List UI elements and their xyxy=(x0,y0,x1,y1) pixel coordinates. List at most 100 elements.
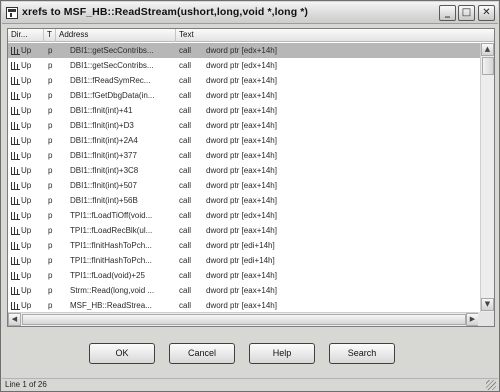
xrefs-list[interactable]: Dir... T Address Text Up p DBI1::getSecCon… xyxy=(7,28,495,327)
vertical-scroll-thumb[interactable] xyxy=(482,57,494,75)
xref-icon xyxy=(11,107,20,115)
xref-icon xyxy=(11,227,20,235)
column-direction[interactable]: Dir... xyxy=(8,29,44,42)
xref-icon xyxy=(11,197,20,205)
row-address: DBI1::fInit(int)+377 xyxy=(70,151,137,160)
xref-row[interactable]: Up p DBI1::fInit(int)+377 call dword ptr [ea… xyxy=(8,148,480,163)
minimize-button[interactable]: _ xyxy=(439,5,456,21)
row-address: DBI1::fInit(int)+2A4 xyxy=(70,136,138,145)
row-address: DBI1::getSecContribs... xyxy=(70,61,154,70)
row-type: p xyxy=(48,256,53,265)
row-address: DBI1::fInit(int)+3C8 xyxy=(70,166,139,175)
xref-icon xyxy=(11,77,20,85)
row-type: p xyxy=(48,211,53,220)
xref-row[interactable]: Up p DBI1::fInit(int)+56B call dword ptr [ea… xyxy=(8,193,480,208)
row-operand: dword ptr [eax+14h] xyxy=(206,76,277,85)
column-text[interactable]: Text xyxy=(176,29,494,42)
row-direction: Up xyxy=(21,46,32,55)
xref-icon xyxy=(11,88,21,103)
row-address: Strm::Read(long,void ... xyxy=(70,286,155,295)
scroll-left-arrow-icon[interactable]: ◀ xyxy=(8,313,21,326)
title-bar[interactable]: xrefs to MSF_HB::ReadStream(ushort,long,… xyxy=(2,2,498,24)
xref-row[interactable]: Up p TPI1::fLoad(void)+25 call dword ptr [ea… xyxy=(8,268,480,283)
status-text: Line 1 of 26 xyxy=(5,380,47,389)
xref-row[interactable]: Up p Strm::Read(long,void ... call dword ptr… xyxy=(8,283,480,298)
row-address: DBI1::getSecContribs... xyxy=(70,46,154,55)
xrefs-rows: Up p DBI1::getSecContribs... call dword ptr … xyxy=(8,43,480,312)
xref-row[interactable]: Up p TPI1::fLoadTiOff(void... call dword ptr… xyxy=(8,208,480,223)
xref-icon xyxy=(11,257,20,265)
row-type: p xyxy=(48,241,53,250)
cancel-button[interactable]: Cancel xyxy=(169,343,235,364)
row-operand: dword ptr [eax+14h] xyxy=(206,271,277,280)
vertical-scrollbar[interactable]: ▲ ▼ xyxy=(480,43,494,312)
xref-icon xyxy=(11,47,20,55)
xref-row[interactable]: Up p DBI1::fGetDbgData(in... call dword ptr … xyxy=(8,88,480,103)
xref-row[interactable]: Up p DBI1::fInit(int)+2A4 call dword ptr [ea… xyxy=(8,133,480,148)
xref-row[interactable]: Up p DBI1::fInit(int)+507 call dword ptr [ea… xyxy=(8,178,480,193)
row-direction: Up xyxy=(21,256,32,265)
xref-icon xyxy=(11,118,21,133)
xref-icon xyxy=(11,238,21,253)
row-address: TPI1::fInitHashToPch... xyxy=(70,241,152,250)
xref-icon xyxy=(11,92,20,100)
row-type: p xyxy=(48,226,53,235)
row-type: p xyxy=(48,46,53,55)
xref-icon xyxy=(11,178,21,193)
row-operand: dword ptr [edi+14h] xyxy=(206,241,275,250)
window-icon xyxy=(6,7,18,19)
row-address: TPI1::fLoadTiOff(void... xyxy=(70,211,153,220)
row-type: p xyxy=(48,271,53,280)
xref-row[interactable]: Up p MSF_HB::ReadStrea... call dword ptr [ea… xyxy=(8,298,480,312)
scroll-up-arrow-icon[interactable]: ▲ xyxy=(481,43,494,56)
row-operand: dword ptr [eax+14h] xyxy=(206,286,277,295)
row-direction: Up xyxy=(21,121,32,130)
row-address: TPI1::fLoadRecBlk(ul... xyxy=(70,226,153,235)
row-direction: Up xyxy=(21,181,32,190)
horizontal-scrollbar[interactable]: ◀ ▶ xyxy=(8,312,480,326)
row-direction: Up xyxy=(21,91,32,100)
row-operand: dword ptr [eax+14h] xyxy=(206,301,277,310)
maximize-button[interactable]: □ xyxy=(458,5,475,21)
row-operand: dword ptr [edx+14h] xyxy=(206,211,277,220)
xref-row[interactable]: Up p TPI1::fInitHashToPch... call dword ptr … xyxy=(8,253,480,268)
xref-icon xyxy=(11,223,21,238)
row-address: TPI1::fInitHashToPch... xyxy=(70,256,152,265)
xref-row[interactable]: Up p DBI1::fInit(int)+D3 call dword ptr [eax… xyxy=(8,118,480,133)
row-operand: dword ptr [eax+14h] xyxy=(206,181,277,190)
xref-icon xyxy=(11,163,21,178)
horizontal-scroll-thumb[interactable] xyxy=(22,314,466,325)
xref-row[interactable]: Up p DBI1::fReadSymRec... call dword ptr [ea… xyxy=(8,73,480,88)
row-operand: dword ptr [eax+14h] xyxy=(206,166,277,175)
column-address[interactable]: Address xyxy=(56,29,176,42)
row-operand: dword ptr [eax+14h] xyxy=(206,121,277,130)
xref-row[interactable]: Up p DBI1::fInit(int)+3C8 call dword ptr [ea… xyxy=(8,163,480,178)
resize-grip-icon[interactable] xyxy=(486,380,496,390)
row-type: p xyxy=(48,61,53,70)
row-address: MSF_HB::ReadStrea... xyxy=(70,301,152,310)
row-operand: dword ptr [eax+14h] xyxy=(206,226,277,235)
ok-button[interactable]: OK xyxy=(89,343,155,364)
row-operand: dword ptr [eax+14h] xyxy=(206,151,277,160)
xref-icon xyxy=(11,133,21,148)
xref-row[interactable]: Up p TPI1::fLoadRecBlk(ul... call dword ptr … xyxy=(8,223,480,238)
row-address: DBI1::fInit(int)+D3 xyxy=(70,121,134,130)
column-type[interactable]: T xyxy=(44,29,56,42)
xref-row[interactable]: Up p DBI1::getSecContribs... call dword ptr … xyxy=(8,43,480,58)
help-button[interactable]: Help xyxy=(249,343,315,364)
xref-row[interactable]: Up p DBI1::getSecContribs... call dword ptr … xyxy=(8,58,480,73)
column-header: Dir... T Address Text xyxy=(8,29,494,42)
row-direction: Up xyxy=(21,286,32,295)
row-address: DBI1::fInit(int)+56B xyxy=(70,196,138,205)
xref-icon xyxy=(11,298,21,312)
search-button[interactable]: Search xyxy=(329,343,395,364)
xref-icon xyxy=(11,283,21,298)
row-direction: Up xyxy=(21,241,32,250)
xref-row[interactable]: Up p TPI1::fInitHashToPch... call dword ptr … xyxy=(8,238,480,253)
close-button[interactable]: ✕ xyxy=(478,5,495,21)
scroll-down-arrow-icon[interactable]: ▼ xyxy=(481,298,494,311)
row-type: p xyxy=(48,121,53,130)
xref-row[interactable]: Up p DBI1::fInit(int)+41 call dword ptr [eax… xyxy=(8,103,480,118)
row-direction: Up xyxy=(21,226,32,235)
row-direction: Up xyxy=(21,106,32,115)
